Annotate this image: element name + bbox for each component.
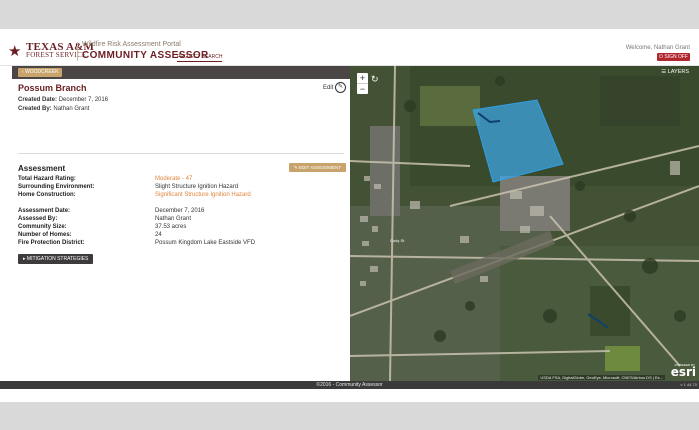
row-value: Nathan Grant bbox=[155, 216, 192, 222]
zoom-out-button[interactable]: − bbox=[357, 84, 368, 94]
breadcrumb: ‹ WOODCREEK bbox=[12, 66, 350, 79]
star-logo-icon: ★ bbox=[8, 43, 22, 60]
road-label: Cody St bbox=[390, 238, 405, 243]
row-value: 24 bbox=[155, 232, 162, 238]
map-view[interactable]: + − ↻ ☰ LAYERS Cody St USDA FSA, Digital… bbox=[350, 66, 699, 381]
row-value: Significant Structure Ignition Hazard bbox=[155, 192, 251, 198]
layers-label: LAYERS bbox=[667, 69, 689, 75]
satellite-imagery bbox=[350, 66, 699, 381]
row-label: Number of Homes: bbox=[18, 232, 72, 238]
site-name: Possum Branch bbox=[18, 83, 87, 93]
edit-assessment-button[interactable]: ✎ EDIT ASSESSMENT bbox=[289, 163, 346, 172]
breadcrumb-label: WOODCREEK bbox=[25, 69, 59, 75]
header-divider bbox=[77, 42, 78, 61]
row-label: Community Size: bbox=[18, 224, 67, 230]
created-date-value: December 7, 2016 bbox=[58, 97, 109, 103]
zoom-in-button[interactable]: + bbox=[357, 73, 368, 83]
welcome-text: Welcome, Nathan Grant bbox=[625, 45, 690, 51]
row-label: Home Construction: bbox=[18, 192, 76, 198]
version-text: v 1.44.70 bbox=[680, 382, 697, 387]
layers-button[interactable]: ☰ LAYERS bbox=[661, 69, 689, 75]
sign-off-button[interactable]: ⏻ SIGN OFF bbox=[657, 53, 690, 61]
edit-assessment-label: EDIT ASSESSMENT bbox=[299, 165, 341, 170]
sign-off-label: SIGN OFF bbox=[664, 54, 688, 60]
app-window: ★ TEXAS A&M FOREST SERVICE Wildfire Risk… bbox=[0, 29, 699, 402]
app-header: ★ TEXAS A&M FOREST SERVICE Wildfire Risk… bbox=[0, 29, 699, 66]
row-label: Assessed By: bbox=[18, 216, 58, 222]
row-value: 37.53 acres bbox=[155, 224, 187, 230]
copyright-text: ©2016 - Community Assessor bbox=[316, 382, 383, 388]
esri-logo: esri bbox=[670, 365, 696, 379]
assessment-heading: Assessment bbox=[18, 164, 66, 173]
divider bbox=[18, 153, 344, 154]
edit-label[interactable]: Edit bbox=[323, 85, 333, 91]
created-by: Created By: Nathan Grant bbox=[18, 106, 89, 112]
created-date: Created Date: December 7, 2016 bbox=[18, 97, 108, 103]
row-value: Slight Structure Ignition Hazard bbox=[155, 184, 239, 190]
row-label: Surrounding Environment: bbox=[18, 184, 95, 190]
project-search-link[interactable]: PROJECT SEARCH bbox=[177, 54, 223, 62]
row-label: Assessment Date: bbox=[18, 208, 71, 214]
back-to-woodcreek-button[interactable]: ‹ WOODCREEK bbox=[18, 68, 63, 77]
row-value: Possum Kingdom Lake Eastside VFD bbox=[155, 240, 256, 246]
created-date-label: Created Date: bbox=[18, 97, 58, 103]
pencil-icon[interactable]: ✎ bbox=[335, 82, 346, 93]
row-label: Fire Protection District: bbox=[18, 240, 85, 246]
mitigation-label: MITIGATION STRATEGIES bbox=[26, 256, 89, 262]
row-value: December 7, 2016 bbox=[155, 208, 205, 214]
zoom-control: + − bbox=[357, 73, 368, 94]
portal-name: Wildfire Risk Assessment Portal bbox=[82, 41, 181, 48]
row-value: Moderate - 47 bbox=[155, 176, 193, 182]
details-panel: Possum Branch Edit ✎ Created Date: Decem… bbox=[12, 79, 350, 381]
map-attribution: USDA FSA, DigitalGlobe, GeoEye, Microsof… bbox=[538, 375, 665, 380]
mitigation-strategies-button[interactable]: ▸ MITIGATION STRATEGIES bbox=[18, 254, 94, 264]
row-label: Total Hazard Rating: bbox=[18, 176, 76, 182]
created-by-label: Created By: bbox=[18, 106, 52, 112]
created-by-value: Nathan Grant bbox=[53, 106, 90, 112]
refresh-icon[interactable]: ↻ bbox=[371, 74, 379, 85]
footer: ©2016 - Community Assessor v 1.44.70 bbox=[0, 381, 699, 389]
